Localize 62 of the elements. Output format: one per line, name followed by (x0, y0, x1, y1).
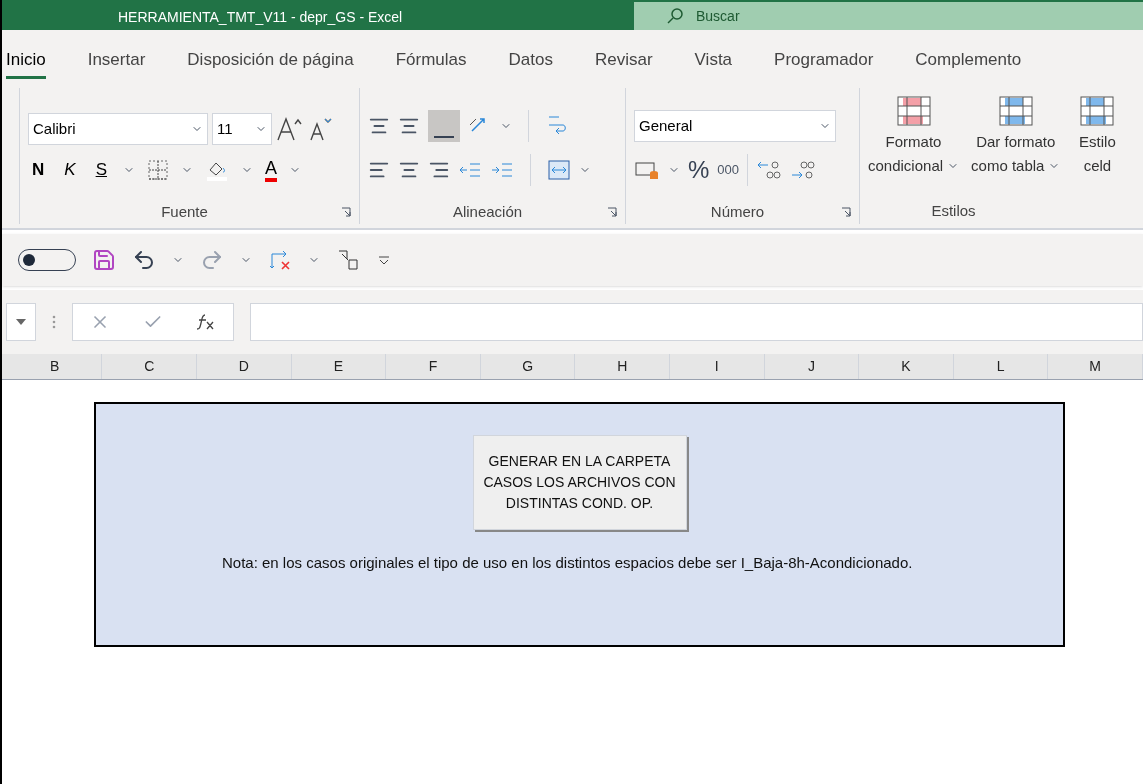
ribbon-tab[interactable]: Programador (774, 38, 874, 80)
ribbon-tab[interactable]: Fórmulas (395, 38, 467, 80)
column-header[interactable]: E (291, 354, 387, 379)
column-header[interactable]: F (386, 354, 481, 379)
font-size-field[interactable]: 11 (212, 113, 272, 146)
dialog-launcher-icon[interactable] (341, 207, 351, 217)
window-icon[interactable] (336, 248, 360, 272)
column-header[interactable]: G (480, 354, 576, 379)
undo-icon[interactable] (132, 248, 156, 272)
style-button[interactable]: Dar formato como tabla (967, 96, 1065, 178)
font-color-button[interactable]: A (264, 158, 277, 182)
window-title: HERRAMIENTA_TMT_V11 - depr_GS - Excel (118, 8, 404, 27)
column-header[interactable]: C (102, 354, 198, 379)
note-text: Nota: en los casos originales el tipo de uso en los distintos espacios debe ser I_Baja-8h-Acondicionado. (222, 553, 913, 573)
table-style-icon (1080, 96, 1115, 126)
save-icon[interactable] (92, 248, 116, 272)
thousands-button[interactable]: 000 (717, 160, 740, 180)
style-button[interactable]: Estilo celd (1068, 96, 1127, 178)
ribbon-tab[interactable]: Inicio (6, 38, 46, 80)
column-header[interactable]: D (197, 354, 292, 379)
borders-icon[interactable] (146, 159, 169, 181)
style-button[interactable]: Formato condicional (864, 96, 964, 178)
percent-button[interactable]: % (688, 158, 710, 182)
column-header[interactable]: H (575, 354, 670, 379)
number-format-field[interactable]: General (634, 110, 836, 142)
group-label: Fuente (160, 201, 209, 222)
decrease-decimal-icon[interactable] (790, 158, 817, 182)
dialog-launcher-icon[interactable] (607, 207, 617, 217)
column-header[interactable]: I (670, 354, 765, 379)
group-label: Número (709, 201, 766, 222)
ribbon-tab[interactable]: Revisar (594, 38, 653, 80)
underline-button[interactable]: S (91, 157, 111, 183)
group-label: Alineación (451, 201, 524, 222)
table-style-icon (998, 96, 1033, 126)
column-header[interactable]: J (764, 354, 860, 379)
ribbon-tab[interactable]: Vista (694, 38, 733, 80)
increase-decimal-icon[interactable] (756, 158, 783, 182)
conditional-format-icon (896, 96, 931, 126)
grip-icon (52, 314, 56, 330)
ribbon-tab[interactable]: Complemento (915, 38, 1022, 80)
italic-button[interactable]: K (60, 157, 80, 183)
ribbon-tab[interactable]: Datos (508, 38, 553, 80)
grow-font-icon[interactable] (276, 116, 304, 143)
ribbon-tab[interactable]: Disposición de página (187, 38, 354, 80)
clear-arrows-icon[interactable] (268, 248, 292, 272)
name-box[interactable] (6, 303, 36, 341)
dialog-launcher-icon[interactable] (841, 207, 851, 217)
align-bottom-icon[interactable] (428, 110, 460, 142)
merge-cells-icon[interactable] (547, 159, 571, 181)
column-header[interactable]: K (859, 354, 954, 379)
formula-field[interactable] (250, 303, 1143, 341)
group-label: Estilos (930, 201, 977, 221)
column-header[interactable]: M (1048, 354, 1143, 379)
font-name-field[interactable]: Calibri (28, 113, 208, 146)
bold-button[interactable]: N (28, 157, 49, 183)
search-field[interactable]: Buscar (634, 2, 1143, 30)
shrink-font-icon[interactable] (308, 116, 334, 143)
search-icon (666, 7, 684, 25)
macro-button[interactable]: GENERAR EN LA CARPETA CASOS LOS ARCHIVOS CON DISTINTAS COND. OP. (472, 435, 687, 530)
column-header[interactable]: L (953, 354, 1049, 379)
column-header[interactable]: B (7, 354, 103, 379)
ribbon-tab[interactable]: Insertar (87, 38, 146, 80)
